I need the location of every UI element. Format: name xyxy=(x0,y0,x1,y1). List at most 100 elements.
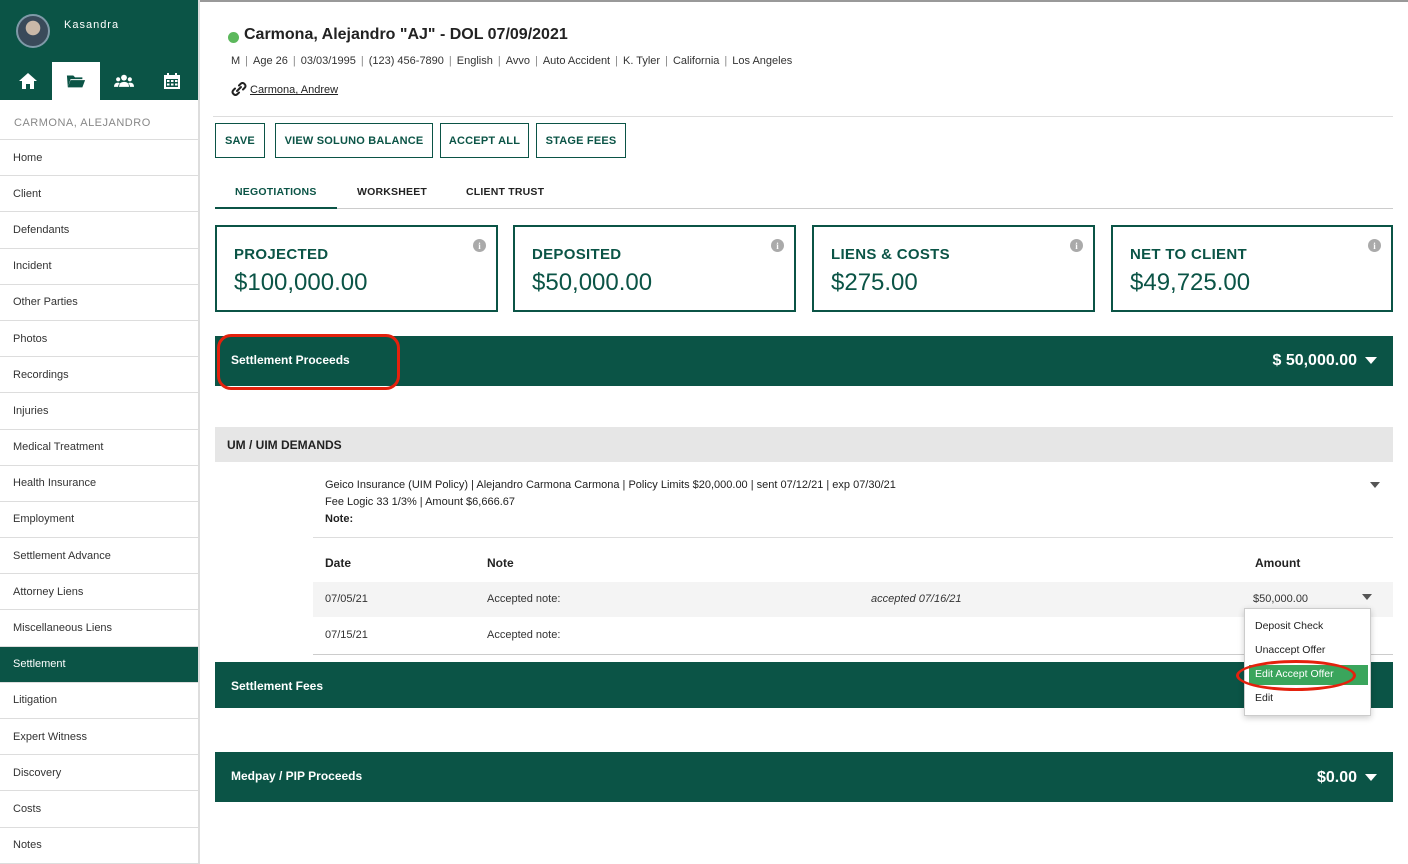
meta-separator: | xyxy=(292,55,296,67)
table-row[interactable]: 07/15/21 Accepted note: xyxy=(313,618,1393,653)
sidebar-item-costs[interactable]: Costs xyxy=(0,791,198,828)
card-projected: PROJECTED $100,000.00 i xyxy=(215,225,498,312)
card-value: $50,000.00 xyxy=(532,269,653,296)
meta-separator: | xyxy=(245,55,249,67)
meta-item: (123) 456-7890 xyxy=(368,55,444,67)
card-label: PROJECTED xyxy=(234,246,329,263)
avatar[interactable] xyxy=(16,14,50,48)
save-button[interactable]: SAVE xyxy=(215,123,265,158)
row-status: accepted 07/16/21 xyxy=(871,593,962,605)
meta-separator: | xyxy=(448,55,452,67)
sidebar-item-employment[interactable]: Employment xyxy=(0,502,198,539)
card-label: NET TO CLIENT xyxy=(1130,246,1247,263)
highlight-annotation xyxy=(1236,660,1356,691)
sidebar-icon-bar xyxy=(4,62,196,100)
meta-item: Avvo xyxy=(505,55,530,67)
meta-item: Age 26 xyxy=(253,55,288,67)
info-icon[interactable]: i xyxy=(1070,239,1083,252)
meta-separator: | xyxy=(497,55,501,67)
settlement-fees-bar[interactable]: Settlement Fees xyxy=(215,662,1393,708)
card-liens-costs: LIENS & COSTS $275.00 i xyxy=(812,225,1095,312)
section-total: $0.00 xyxy=(1316,769,1357,786)
users-icon[interactable] xyxy=(100,62,148,100)
chevron-down-icon[interactable] xyxy=(1370,482,1380,488)
sidebar-item-settlement-advance[interactable]: Settlement Advance xyxy=(0,538,198,575)
card-label: LIENS & COSTS xyxy=(831,246,950,263)
meta-item: English xyxy=(456,55,493,67)
case-title: Carmona, Alejandro "AJ" - DOL 07/09/2021 xyxy=(244,26,568,43)
sidebar: Kasandra CARMONA, ALEJANDRO Home Client De… xyxy=(0,0,200,864)
sidebar-item-injuries[interactable]: Injuries xyxy=(0,393,198,430)
sidebar-item-client[interactable]: Client xyxy=(0,176,198,213)
demand-note-label: Note: xyxy=(325,513,354,525)
sidebar-item-medical-treatment[interactable]: Medical Treatment xyxy=(0,430,198,466)
section-title: Settlement Fees xyxy=(231,679,324,693)
sidebar-item-attorney-liens[interactable]: Attorney Liens xyxy=(0,574,198,611)
info-icon[interactable]: i xyxy=(771,239,784,252)
card-value: $49,725.00 xyxy=(1130,269,1251,296)
chevron-down-icon[interactable] xyxy=(1365,357,1377,364)
demand-summary: Geico Insurance (UIM Policy) | Alejandro… xyxy=(325,479,896,491)
meta-separator: | xyxy=(534,55,538,67)
case-meta: M | Age 26 | 03/03/1995 | (123) 456-7890 | Engli… xyxy=(231,55,792,67)
sidebar-item-litigation[interactable]: Litigation xyxy=(0,683,198,719)
home-icon[interactable] xyxy=(4,62,52,100)
sidebar-item-miscellaneous-liens[interactable]: Miscellaneous Liens xyxy=(0,610,198,647)
info-icon[interactable]: i xyxy=(1368,239,1381,252)
card-net-to-client: NET TO CLIENT $49,725.00 i xyxy=(1111,225,1393,312)
info-icon[interactable]: i xyxy=(473,239,486,252)
meta-item: California xyxy=(672,55,720,67)
card-label: DEPOSITED xyxy=(532,246,622,263)
sidebar-item-notes[interactable]: Notes xyxy=(0,828,198,864)
chevron-down-icon[interactable] xyxy=(1365,774,1377,781)
section-title: Medpay / PIP Proceeds xyxy=(231,769,363,783)
tab-client-trust[interactable]: CLIENT TRUST xyxy=(466,186,544,198)
sidebar-item-other-parties[interactable]: Other Parties xyxy=(0,285,198,321)
row-amount: $50,000.00 xyxy=(1253,593,1309,605)
sidebar-item-photos[interactable]: Photos xyxy=(0,321,198,358)
row-date: 07/15/21 xyxy=(325,629,368,641)
column-header-note: Note xyxy=(487,556,514,570)
row-date: 07/05/21 xyxy=(325,593,368,605)
folder-icon[interactable] xyxy=(52,62,100,100)
tab-negotiations[interactable]: NEGOTIATIONS xyxy=(235,186,317,198)
sidebar-item-discovery[interactable]: Discovery xyxy=(0,755,198,792)
table-divider xyxy=(313,654,1393,655)
view-soluno-balance-button[interactable]: VIEW SOLUNO BALANCE xyxy=(275,123,433,158)
top-border xyxy=(200,0,1408,2)
tab-worksheet[interactable]: WORKSHEET xyxy=(357,186,427,198)
calendar-icon[interactable] xyxy=(148,62,196,100)
accept-all-button[interactable]: ACCEPT ALL xyxy=(440,123,529,158)
sidebar-item-recordings[interactable]: Recordings xyxy=(0,357,198,394)
demand-divider xyxy=(313,537,1393,538)
sidebar-item-incident[interactable]: Incident xyxy=(0,249,198,285)
sidebar-item-home[interactable]: Home xyxy=(0,140,198,177)
sidebar-item-settlement[interactable]: Settlement xyxy=(0,646,198,683)
sidebar-item-health-insurance[interactable]: Health Insurance xyxy=(0,466,198,502)
um-uim-title: UM / UIM DEMANDS xyxy=(227,438,342,452)
related-case-link[interactable]: Carmona, Andrew xyxy=(250,84,338,96)
sidebar-client-name: CARMONA, ALEJANDRO xyxy=(0,100,198,140)
stage-fees-button[interactable]: STAGE FEES xyxy=(536,123,626,158)
medpay-pip-bar[interactable]: Medpay / PIP Proceeds $0.00 xyxy=(215,752,1393,802)
sidebar-item-defendants[interactable]: Defendants xyxy=(0,212,198,249)
username: Kasandra xyxy=(64,19,120,31)
menu-item-unaccept-offer[interactable]: Unaccept Offer xyxy=(1255,644,1325,656)
card-value: $100,000.00 xyxy=(234,269,368,296)
link-icon xyxy=(231,82,247,96)
meta-item: K. Tyler xyxy=(622,55,661,67)
menu-item-edit[interactable]: Edit xyxy=(1255,692,1273,704)
menu-item-deposit-check[interactable]: Deposit Check xyxy=(1255,620,1323,632)
meta-item: M xyxy=(231,55,241,67)
column-header-date: Date xyxy=(325,556,352,570)
status-dot xyxy=(228,32,239,43)
meta-separator: | xyxy=(360,55,364,67)
sidebar-item-expert-witness[interactable]: Expert Witness xyxy=(0,719,198,756)
row-menu-chevron-icon[interactable] xyxy=(1362,594,1372,600)
table-row[interactable]: 07/05/21 Accepted note: accepted 07/16/2… xyxy=(313,582,1393,617)
card-value: $275.00 xyxy=(831,269,918,296)
meta-item: Los Angeles xyxy=(732,55,793,67)
row-note: Accepted note: xyxy=(487,593,561,605)
column-header-amount: Amount xyxy=(1255,556,1301,570)
meta-item: Auto Accident xyxy=(542,55,611,67)
